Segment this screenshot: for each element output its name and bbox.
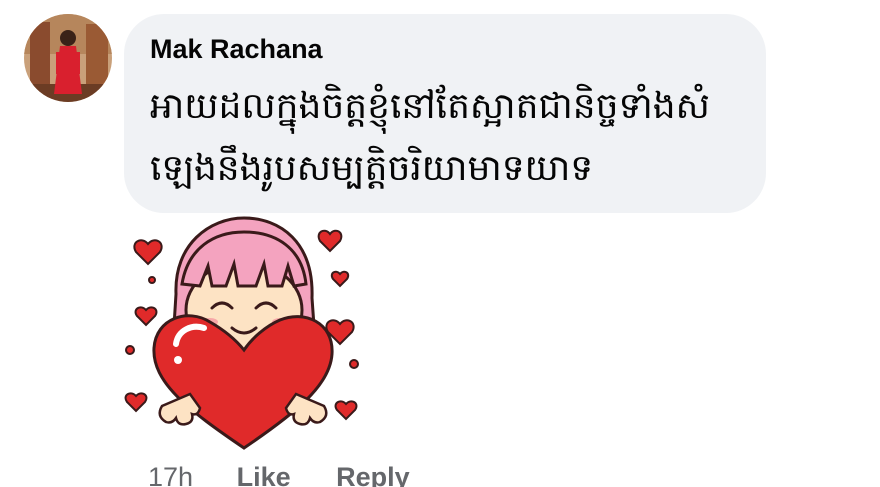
comment-author-name[interactable]: Mak Rachana (150, 32, 742, 66)
comment-actions: 17h Like Reply (148, 461, 448, 487)
small-heart-icon (133, 239, 163, 266)
comment-text: អាយដលក្នុងចិត្តខ្ញុំនៅតែស្អាតជានិច្ចទាំង… (150, 86, 710, 189)
small-heart-icon (317, 229, 343, 253)
small-heart-icon (134, 306, 158, 327)
comment-bubble: Mak Rachana អាយដលក្នុងចិត្តខ្ញុំនៅតែស្អា… (124, 14, 766, 213)
small-heart-icon (334, 400, 358, 421)
like-button[interactable]: Like (237, 462, 291, 487)
avatar[interactable] (24, 14, 112, 102)
sticker-girl-holding-heart-icon (118, 214, 368, 454)
comment-thread: Mak Rachana អាយដលក្នុងចិត្តខ្ញុំនៅតែស្អា… (0, 0, 880, 487)
comment-timestamp[interactable]: 17h (148, 462, 193, 487)
avatar-photo (24, 14, 112, 102)
small-heart-icon (124, 392, 148, 413)
small-heart-icon (330, 270, 350, 288)
reply-button[interactable]: Reply (336, 462, 410, 487)
